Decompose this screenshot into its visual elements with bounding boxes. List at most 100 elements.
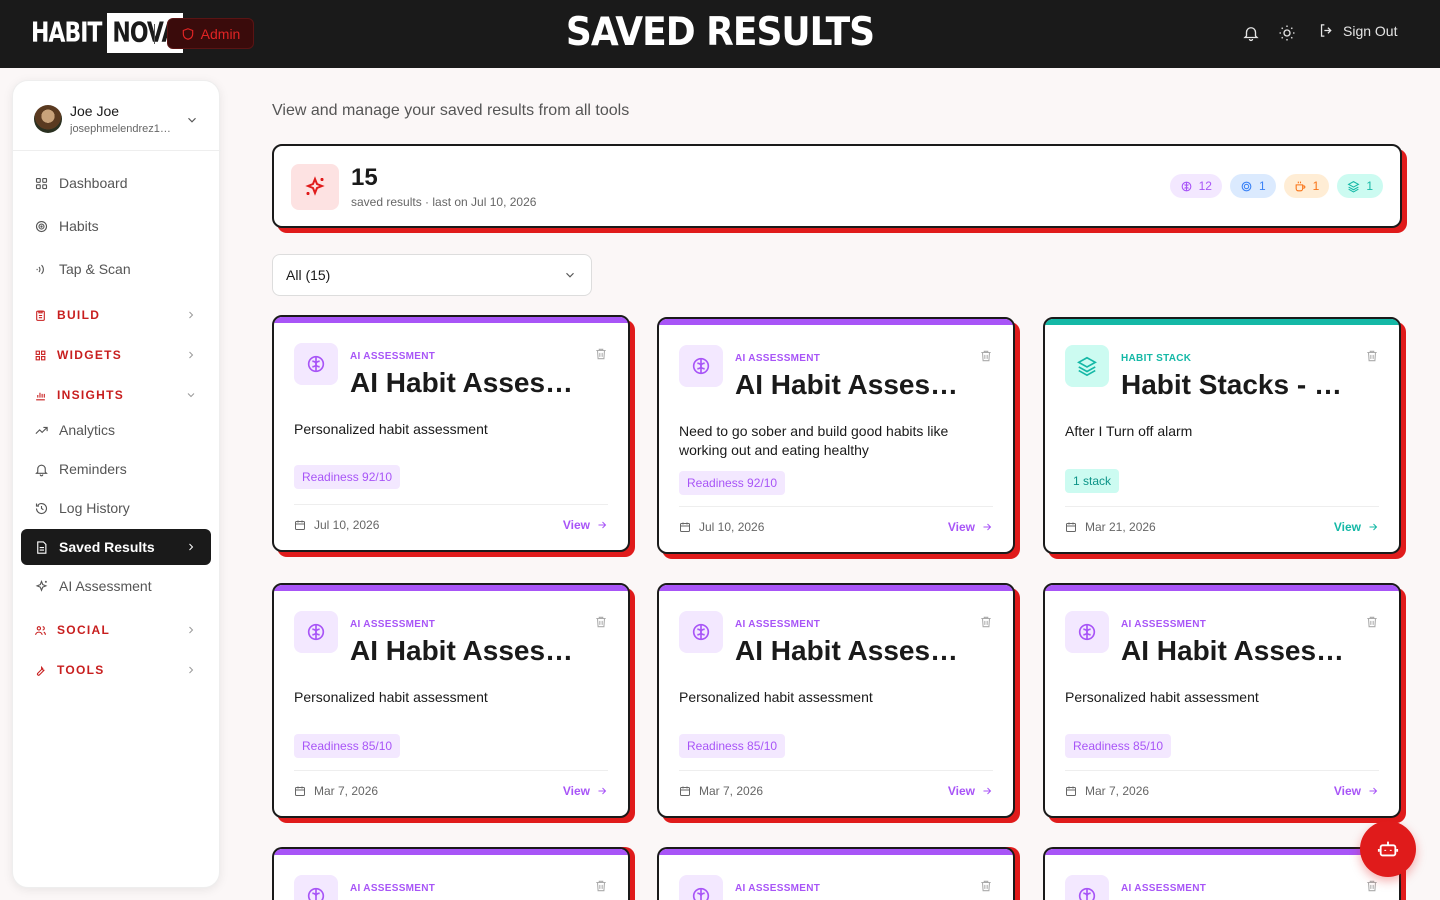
card-description: Personalized habit assessment (1065, 689, 1259, 705)
card-description: Personalized habit assessment (294, 421, 488, 437)
card-accent-bar (274, 317, 628, 323)
sidebar-item-saved-results[interactable]: Saved Results (21, 529, 211, 565)
layers-icon (1077, 356, 1097, 377)
bell-icon[interactable] (1242, 24, 1260, 42)
card-title: AI Habit Assessment (735, 369, 965, 400)
result-card[interactable]: AI ASSESSMENT AI Habit Assessment Person… (272, 583, 630, 818)
view-button[interactable]: View (1334, 784, 1379, 798)
trash-icon[interactable] (1365, 879, 1379, 893)
sidebar-section-build[interactable]: BUILD (21, 300, 211, 330)
sidebar-item-ai-assessment[interactable]: AI Assessment (21, 568, 211, 604)
trash-icon[interactable] (1365, 349, 1379, 363)
trash-icon[interactable] (979, 349, 993, 363)
sidebar-item-label: Analytics (59, 422, 116, 438)
target-icon (1241, 181, 1252, 191)
trash-icon[interactable] (594, 879, 608, 893)
chevron-down-icon (188, 117, 196, 123)
card-tag: Readiness 92/10 (294, 465, 401, 489)
result-card[interactable]: AI ASSESSMENT AI Habit Assessment Person… (272, 315, 630, 552)
sidebar-item-habits[interactable]: Habits (21, 208, 211, 244)
card-icon-box (1065, 611, 1109, 653)
sidebar-item-label: Habits (59, 218, 99, 234)
view-button[interactable]: View (563, 784, 608, 798)
card-accent-bar (1045, 319, 1399, 325)
card-category: AI ASSESSMENT (735, 883, 821, 894)
sidebar-item-dashboard[interactable]: Dashboard (21, 165, 211, 201)
card-footer: Jul 10, 2026 View (679, 506, 993, 546)
view-button[interactable]: View (948, 520, 993, 534)
view-button[interactable]: View (563, 518, 608, 532)
card-icon-box (679, 611, 723, 653)
card-icon-box (294, 875, 338, 900)
card-description: Need to go sober and build good habits l… (679, 423, 949, 458)
trash-icon[interactable] (594, 615, 608, 629)
card-icon-box (1065, 345, 1109, 387)
arrow-right-icon (1369, 523, 1378, 530)
sparkles-icon (35, 579, 48, 592)
view-button[interactable]: View (948, 784, 993, 798)
sidebar-item-log-history[interactable]: Log History (21, 490, 211, 526)
trash-icon[interactable] (1365, 615, 1379, 629)
filter-select[interactable]: All (15) (272, 254, 592, 296)
card-footer: Mar 21, 2026 View (1065, 506, 1379, 546)
trash-icon[interactable] (979, 615, 993, 629)
card-title: AI Habit Assessment (350, 635, 580, 666)
pill-ai-assessment[interactable]: 12 (1169, 174, 1222, 198)
trash-icon[interactable] (594, 347, 608, 361)
card-accent-bar (659, 849, 1013, 855)
arrow-right-icon (983, 523, 992, 530)
sidebar-item-tap-scan[interactable]: Tap & Scan (21, 251, 211, 287)
bell-icon (35, 464, 48, 476)
brain-icon (1078, 623, 1096, 641)
sidebar-section-social[interactable]: SOCIAL (21, 615, 211, 645)
calendar-icon (680, 786, 690, 796)
chevron-down-icon (187, 393, 195, 398)
section-label: TOOLS (57, 663, 105, 677)
card-tag: Readiness 85/10 (679, 734, 786, 758)
calendar-icon (295, 786, 305, 796)
result-card[interactable]: HABIT STACK Habit Stacks - 3 Habits Afte… (1043, 317, 1401, 554)
result-card[interactable]: AI ASSESSMENT (272, 847, 630, 900)
card-title: Habit Stacks - 3 Habits (1121, 369, 1351, 400)
section-label: BUILD (57, 308, 101, 322)
result-card[interactable]: AI ASSESSMENT AI Habit Assessment Need t… (657, 317, 1015, 554)
section-label: SOCIAL (57, 623, 111, 637)
sidebar-item-analytics[interactable]: Analytics (21, 412, 211, 448)
result-card[interactable]: AI ASSESSMENT AI Habit Assessment Person… (657, 583, 1015, 818)
card-footer: Mar 7, 2026 View (679, 770, 993, 810)
card-title: AI Habit Assessment (350, 367, 580, 398)
ai-assistant-button[interactable] (1360, 821, 1416, 877)
card-icon-box (1065, 875, 1109, 900)
card-footer: Jul 10, 2026 View (294, 504, 608, 544)
nfc-icon (36, 264, 44, 274)
sign-out-button[interactable]: Sign Out (1318, 22, 1397, 39)
card-category: AI ASSESSMENT (735, 619, 821, 630)
card-footer: Mar 7, 2026 View (1065, 770, 1379, 810)
card-accent-bar (659, 585, 1013, 591)
pill-habit[interactable]: 1 (1229, 174, 1276, 198)
result-card[interactable]: AI ASSESSMENT (657, 847, 1015, 900)
sidebar-item-label: Reminders (59, 461, 127, 477)
pill-habit-stack[interactable]: 1 (1337, 174, 1383, 198)
card-category: AI ASSESSMENT (1121, 883, 1207, 894)
dashboard-icon (35, 177, 48, 189)
sidebar-section-tools[interactable]: TOOLS (21, 655, 211, 685)
view-button[interactable]: View (1334, 520, 1379, 534)
trash-icon[interactable] (979, 879, 993, 893)
card-category: HABIT STACK (1121, 353, 1192, 364)
brain-icon (1078, 887, 1096, 900)
sidebar-section-insights[interactable]: INSIGHTS (21, 380, 211, 410)
result-card[interactable]: AI ASSESSMENT (1043, 847, 1401, 900)
sun-icon[interactable] (1278, 24, 1296, 42)
avatar (34, 105, 62, 133)
card-accent-bar (1045, 585, 1399, 591)
sidebar-item-reminders[interactable]: Reminders (21, 451, 211, 487)
document-icon (37, 540, 47, 554)
card-tag: Readiness 85/10 (294, 734, 401, 758)
card-category: AI ASSESSMENT (350, 883, 436, 894)
user-menu[interactable]: Joe Joe josephmelendrez1… (13, 81, 221, 151)
result-card[interactable]: AI ASSESSMENT AI Habit Assessment Person… (1043, 583, 1401, 818)
user-email: josephmelendrez1… (70, 123, 171, 135)
sidebar-section-widgets[interactable]: WIDGETS (21, 340, 211, 370)
pill-coffee[interactable]: 1 (1283, 174, 1330, 198)
